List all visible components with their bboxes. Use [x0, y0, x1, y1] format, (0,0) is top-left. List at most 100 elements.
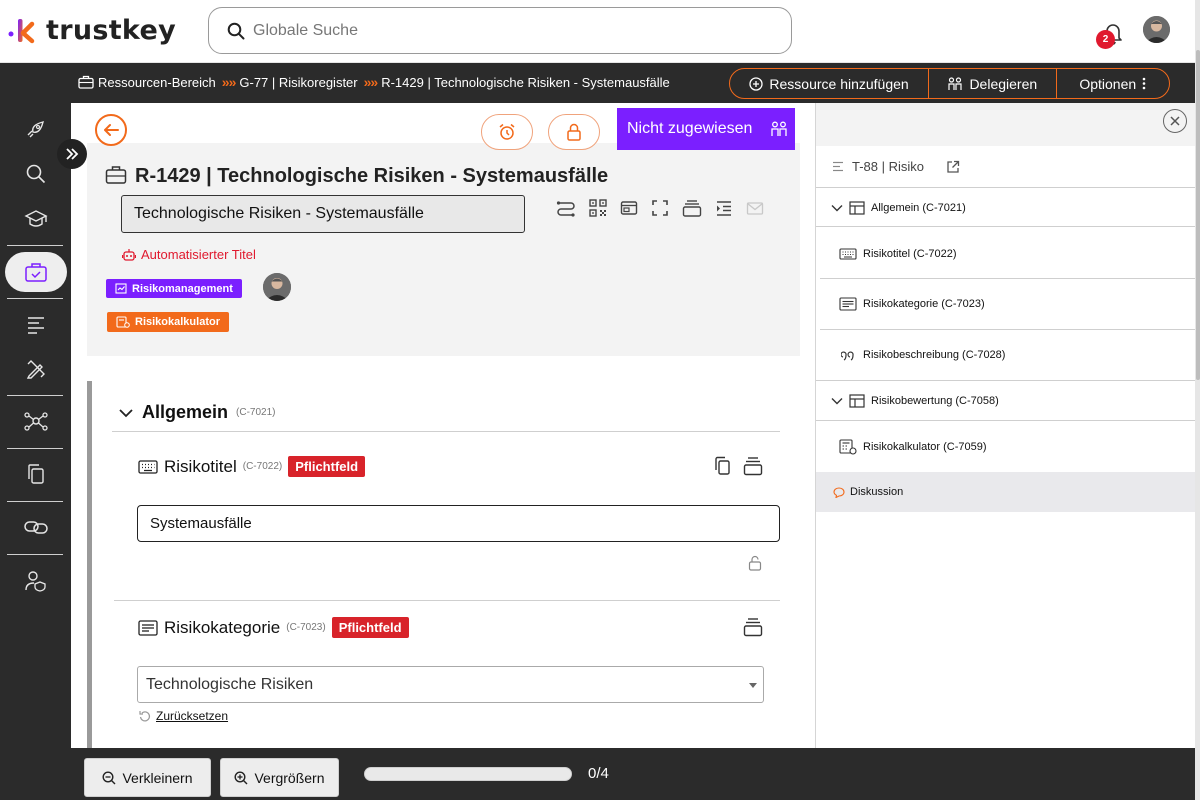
workflow-icon[interactable]	[556, 199, 576, 217]
tree-item-risikokategorie[interactable]: Risikokategorie (C-7023)	[816, 294, 1195, 314]
panel-divider	[816, 187, 1195, 188]
indent-list-icon[interactable]	[715, 199, 733, 217]
tree-item-risikotitel[interactable]: Risikotitel (C-7022)	[816, 244, 1195, 264]
field-label: Risikotitel	[164, 456, 237, 476]
section-header-allgemein[interactable]: Allgemein (C-7021)	[118, 402, 276, 423]
chevron-down-icon	[118, 408, 134, 418]
close-panel-button[interactable]	[1163, 109, 1187, 133]
external-link-icon[interactable]	[946, 160, 960, 174]
plus-circle-icon	[749, 76, 764, 91]
user-avatar[interactable]	[1143, 16, 1170, 43]
keyboard-icon	[839, 248, 857, 260]
search-input[interactable]	[253, 21, 733, 40]
fullscreen-icon[interactable]	[651, 199, 669, 217]
chat-bubble-icon	[833, 486, 845, 498]
chevron-down-icon	[831, 204, 843, 212]
discussion-item[interactable]: Diskussion	[816, 472, 1195, 512]
keyboard-icon	[138, 459, 158, 474]
tree-item-risikobeschreibung[interactable]: Risikobeschreibung (C-7028)	[816, 345, 1195, 365]
risikotitel-input[interactable]: Systemausfälle	[137, 505, 780, 542]
expand-sidebar-button[interactable]	[57, 139, 87, 169]
graduation-cap-icon[interactable]	[0, 200, 71, 238]
archive-stack-icon[interactable]	[743, 456, 763, 476]
discussion-label: Diskussion	[850, 486, 904, 498]
link-icon[interactable]	[0, 508, 71, 546]
scrollbar-thumb[interactable]	[1196, 50, 1200, 380]
reset-link[interactable]: Zurücksetzen	[139, 709, 228, 723]
trustkey-logo-icon	[8, 16, 40, 46]
zoom-in-label: Vergrößern	[254, 769, 325, 786]
zoom-out-icon	[102, 770, 116, 785]
breadcrumb-item[interactable]: Ressourcen-Bereich	[98, 75, 216, 90]
zoom-in-button[interactable]: Vergrößern	[220, 758, 339, 797]
user-shield-icon[interactable]	[0, 562, 71, 600]
network-icon[interactable]	[0, 402, 71, 440]
more-vertical-icon	[1142, 77, 1146, 90]
nav-divider	[7, 448, 63, 449]
assignee-avatar[interactable]	[263, 273, 291, 301]
zoom-out-button[interactable]: Verkleinern	[84, 758, 211, 797]
lock-button[interactable]	[548, 114, 600, 150]
breadcrumb-separator: »	[228, 74, 237, 90]
caret-down-icon	[749, 683, 757, 688]
breadcrumb-separator: »	[370, 74, 378, 90]
copy-icon[interactable]	[713, 456, 731, 476]
panel-divider	[816, 380, 1195, 381]
field-header-risikokategorie: Risikokategorie (C-7023) Pflichtfeld	[138, 617, 409, 638]
qr-code-icon[interactable]	[589, 199, 607, 217]
breadcrumb-item[interactable]: R-1429 | Technologische Risiken - System…	[381, 75, 670, 90]
briefcase-icon	[78, 75, 94, 89]
field-header-risikotitel: Risikotitel (C-7022) Pflichtfeld	[138, 456, 366, 477]
arrow-left-icon	[102, 122, 120, 138]
archive-stack-icon[interactable]	[682, 199, 702, 217]
nav-divider	[7, 298, 63, 299]
mail-icon	[746, 199, 764, 217]
calculator-icon	[839, 439, 857, 455]
reminder-button[interactable]	[481, 114, 533, 150]
window-icon[interactable]	[620, 199, 638, 217]
double-chevron-right-icon	[65, 148, 79, 160]
risikokategorie-select[interactable]: Technologische Risiken	[137, 666, 764, 703]
action-group: Ressource hinzufügen Delegieren Optionen	[729, 68, 1170, 99]
delegate-button[interactable]: Delegieren	[929, 69, 1057, 98]
list-icon[interactable]	[0, 305, 71, 343]
alarm-clock-icon	[498, 123, 516, 141]
auto-title-indicator[interactable]: Automatisierter Titel	[122, 247, 256, 262]
pencil-ruler-icon[interactable]	[0, 350, 71, 388]
tag-risikokalkulator[interactable]: Risikokalkulator	[107, 312, 229, 332]
panel-divider	[820, 329, 1195, 330]
unlock-icon[interactable]	[748, 555, 762, 571]
options-button[interactable]: Optionen	[1057, 69, 1169, 98]
archive-stack-icon[interactable]	[743, 617, 763, 637]
nav-divider	[7, 501, 63, 502]
briefcase-check-icon[interactable]	[0, 253, 71, 291]
copy-document-icon[interactable]	[0, 455, 71, 493]
global-search[interactable]	[208, 7, 792, 54]
chevron-down-icon	[831, 397, 843, 405]
auto-title-label: Automatisierter Titel	[141, 247, 256, 262]
tree-item-risikobewertung[interactable]: Risikobewertung (C-7058)	[816, 391, 1195, 411]
quote-icon	[841, 349, 857, 361]
panel-divider	[816, 226, 1195, 227]
tree-item-allgemein[interactable]: Allgemein (C-7021)	[816, 198, 1195, 218]
nav-divider	[7, 245, 63, 246]
logo[interactable]: trustkey	[8, 15, 176, 46]
tag-label: Risikokalkulator	[135, 316, 220, 328]
search-icon	[227, 22, 245, 40]
reset-label: Zurücksetzen	[156, 709, 229, 723]
tag-risikomanagement[interactable]: Risikomanagement	[106, 279, 242, 298]
lock-icon	[566, 123, 582, 141]
add-resource-label: Ressource hinzufügen	[769, 75, 909, 92]
panel-divider	[820, 278, 1195, 279]
right-panel-topbar	[816, 103, 1195, 146]
tree-item-risikokalkulator[interactable]: Risikokalkulator (C-7059)	[816, 437, 1195, 457]
rocket-icon[interactable]	[0, 110, 71, 148]
add-resource-button[interactable]: Ressource hinzufügen	[730, 69, 930, 98]
resource-title-field[interactable]: Technologische Risiken - Systemausfälle	[121, 195, 525, 233]
back-button[interactable]	[95, 114, 127, 146]
resource-title: R-1429 | Technologische Risiken - System…	[135, 165, 609, 187]
breadcrumb-item[interactable]: G-77 | Risikoregister	[239, 75, 357, 90]
field-code: (C-7022)	[242, 461, 283, 472]
progress-bar	[364, 767, 572, 781]
assign-button[interactable]: Nicht zugewiesen	[617, 108, 795, 150]
